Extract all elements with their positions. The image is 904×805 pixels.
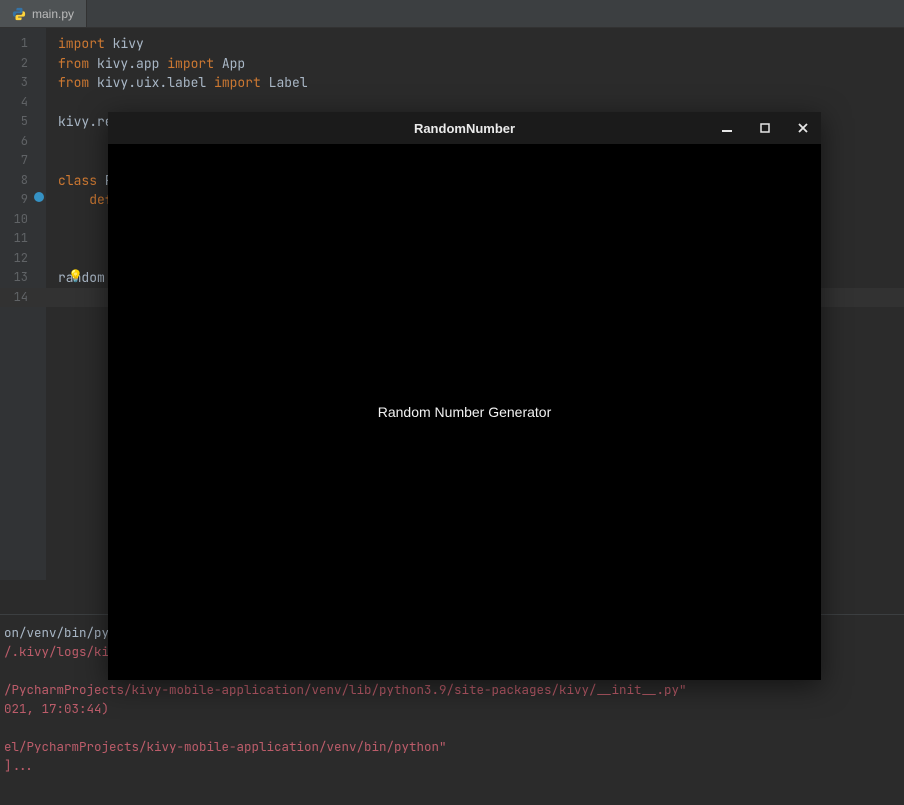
app-titlebar[interactable]: RandomNumber [108,112,821,144]
tab-bar: main.py [0,0,904,28]
code-line[interactable]: from kivy.uix.label import Label [58,73,904,93]
code-line[interactable] [58,93,904,113]
terminal-line: ]... [4,756,900,775]
terminal-line: /PycharmProjects/kivy-mobile-application… [4,680,900,699]
code-line[interactable]: import kivy [58,34,904,54]
terminal-line: el/PycharmProjects/kivy-mobile-applicati… [4,737,900,756]
python-file-icon [12,7,26,21]
terminal-line [4,718,900,737]
app-label: Random Number Generator [378,404,552,420]
app-window: RandomNumber Random Number Generator [108,112,821,680]
minimize-button[interactable] [715,116,739,140]
app-body: Random Number Generator [108,144,821,680]
terminal-line: 021, 17:03:44) [4,699,900,718]
window-controls [715,112,815,144]
tab-filename: main.py [32,7,74,21]
breakpoint-icon[interactable] [34,192,44,202]
code-line[interactable]: from kivy.app import App [58,54,904,74]
intention-bulb-icon[interactable]: 💡 [68,269,83,283]
close-button[interactable] [791,116,815,140]
maximize-button[interactable] [753,116,777,140]
file-tab[interactable]: main.py [0,0,87,27]
line-number-gutter[interactable]: 1234567891011121314 [0,28,46,580]
